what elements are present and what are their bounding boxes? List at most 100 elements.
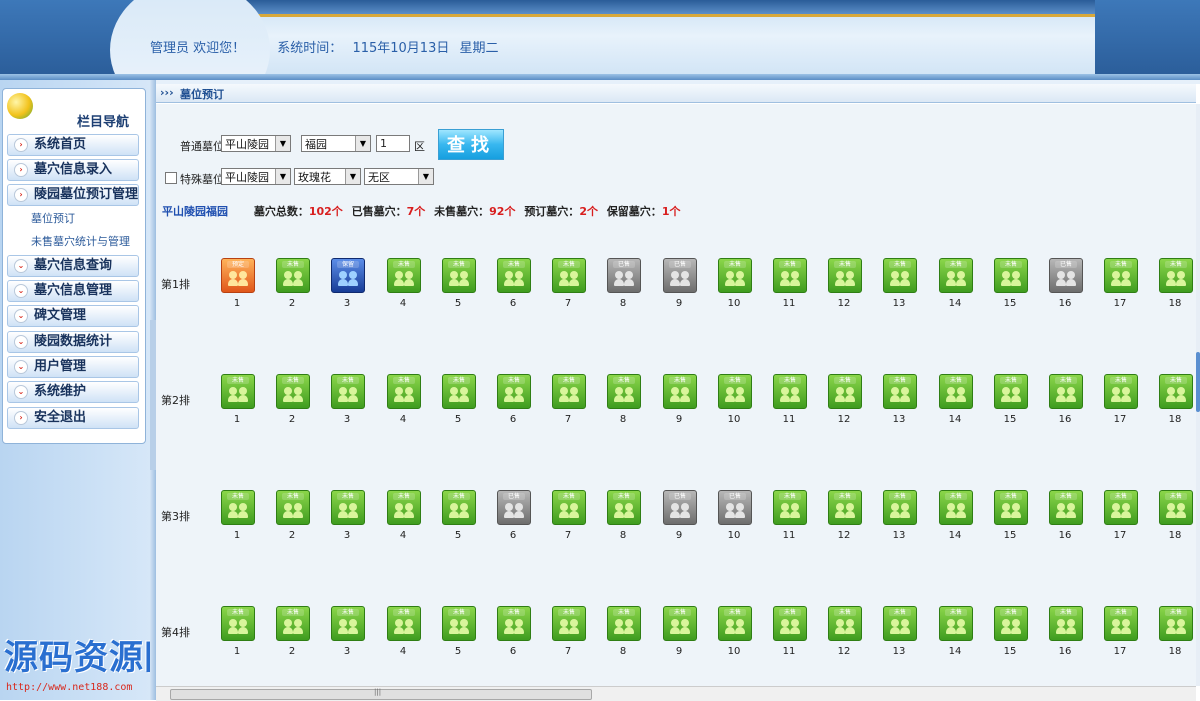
sidebar-item-grave-management[interactable]: ⌄ 墓穴信息管理 <box>7 280 139 302</box>
sidebar-item-epitaph-management[interactable]: ⌄ 碑文管理 <box>7 305 139 327</box>
grave-tile-unsold[interactable]: 未售 <box>607 606 641 641</box>
grave-tile-unsold[interactable]: 未售 <box>442 374 476 409</box>
vertical-scrollbar[interactable] <box>1196 104 1200 686</box>
sidebar-item-grave-query[interactable]: ⌄ 墓穴信息查询 <box>7 255 139 277</box>
horizontal-scrollbar[interactable]: ||| <box>156 686 1196 701</box>
grave-tile-unsold[interactable]: 未售 <box>497 374 531 409</box>
sidebar-item-grave-entry[interactable]: › 墓穴信息录入 <box>7 159 139 181</box>
grave-tile-unsold[interactable]: 未售 <box>276 490 310 525</box>
grave-tile-unsold[interactable]: 未售 <box>221 490 255 525</box>
grave-tile-unsold[interactable]: 未售 <box>1159 258 1193 293</box>
grave-tile-unsold[interactable]: 未售 <box>773 490 807 525</box>
grave-tile-unsold[interactable]: 未售 <box>331 374 365 409</box>
sidebar-item-booking-management[interactable]: › 陵园墓位预订管理 <box>7 184 139 206</box>
special-zone-select[interactable]: 无区 ▼ <box>364 168 434 185</box>
grave-tile-unsold[interactable]: 未售 <box>939 490 973 525</box>
grave-tile-unsold[interactable]: 未售 <box>1049 490 1083 525</box>
grave-tile-unsold[interactable]: 未售 <box>331 606 365 641</box>
grave-tile-unsold[interactable]: 未售 <box>828 374 862 409</box>
grave-tile-unsold[interactable]: 未售 <box>828 606 862 641</box>
grave-tile-unsold[interactable]: 未售 <box>276 374 310 409</box>
sidebar-item-user-management[interactable]: ⌄ 用户管理 <box>7 356 139 378</box>
grave-tile-unsold[interactable]: 未售 <box>718 258 752 293</box>
sidebar-item-logout[interactable]: › 安全退出 <box>7 407 139 429</box>
grave-tile-unsold[interactable]: 未售 <box>442 490 476 525</box>
grave-tile-sold[interactable]: 已售 <box>718 490 752 525</box>
grave-tile-unsold[interactable]: 未售 <box>1104 606 1138 641</box>
grave-tile-unsold[interactable]: 未售 <box>1104 490 1138 525</box>
grave-tile-unsold[interactable]: 未售 <box>552 374 586 409</box>
grave-tile-unsold[interactable]: 未售 <box>883 258 917 293</box>
grave-tile-booked[interactable]: 预定 <box>221 258 255 293</box>
grave-tile-sold[interactable]: 已售 <box>663 490 697 525</box>
grave-tile-unsold[interactable]: 未售 <box>883 490 917 525</box>
grave-tile-unsold[interactable]: 未售 <box>221 374 255 409</box>
grave-tile-unsold[interactable]: 未售 <box>828 490 862 525</box>
grave-tile-reserved[interactable]: 保留 <box>331 258 365 293</box>
grave-tile-unsold[interactable]: 未售 <box>939 374 973 409</box>
normal-area-select[interactable]: 福园 ▼ <box>301 135 371 152</box>
search-button[interactable]: 查找 <box>438 129 504 160</box>
grave-tile-unsold[interactable]: 未售 <box>1049 374 1083 409</box>
grave-number: 18 <box>1168 646 1182 657</box>
grave-tile-unsold[interactable]: 未售 <box>773 374 807 409</box>
grave-tile-unsold[interactable]: 未售 <box>994 374 1028 409</box>
grave-tile-unsold[interactable]: 未售 <box>1104 374 1138 409</box>
normal-cemetery-select[interactable]: 平山陵园 ▼ <box>221 135 291 152</box>
sidebar-subitem-unsold-statistics[interactable]: 未售墓穴统计与管理 <box>31 233 130 249</box>
special-cemetery-select[interactable]: 平山陵园 ▼ <box>221 168 291 185</box>
grave-tile-sold[interactable]: 已售 <box>497 490 531 525</box>
grave-tile-unsold[interactable]: 未售 <box>387 258 421 293</box>
grave-tile-unsold[interactable]: 未售 <box>607 374 641 409</box>
grave-tile-unsold[interactable]: 未售 <box>1159 490 1193 525</box>
grave-tile-unsold[interactable]: 未售 <box>607 490 641 525</box>
grave-tile-unsold[interactable]: 未售 <box>994 606 1028 641</box>
sidebar-item-system-maintenance[interactable]: ⌄ 系统维护 <box>7 381 139 403</box>
grave-tile-unsold[interactable]: 未售 <box>718 374 752 409</box>
people-icon <box>946 619 966 635</box>
grave-tile-unsold[interactable]: 未售 <box>552 258 586 293</box>
grave-tile-unsold[interactable]: 未售 <box>773 606 807 641</box>
sidebar-subitem-grave-booking[interactable]: 墓位预订 <box>31 210 75 226</box>
grave-tile-unsold[interactable]: 未售 <box>387 606 421 641</box>
sidebar-item-statistics[interactable]: ⌄ 陵园数据统计 <box>7 331 139 353</box>
grave-tile-unsold[interactable]: 未售 <box>773 258 807 293</box>
grave-tile-unsold[interactable]: 未售 <box>331 490 365 525</box>
grave-number: 2 <box>288 414 296 425</box>
grave-tile-unsold[interactable]: 未售 <box>276 258 310 293</box>
grave-tile-unsold[interactable]: 未售 <box>221 606 255 641</box>
grave-tile-unsold[interactable]: 未售 <box>994 258 1028 293</box>
grave-tile-unsold[interactable]: 未售 <box>552 606 586 641</box>
grave-tile-unsold[interactable]: 未售 <box>828 258 862 293</box>
grave-tile-unsold[interactable]: 未售 <box>663 606 697 641</box>
sidebar-item-home[interactable]: › 系统首页 <box>7 134 139 156</box>
grave-tile-unsold[interactable]: 未售 <box>276 606 310 641</box>
grave-tile-unsold[interactable]: 未售 <box>442 606 476 641</box>
grave-tile-unsold[interactable]: 未售 <box>387 490 421 525</box>
grave-tile-unsold[interactable]: 未售 <box>663 374 697 409</box>
grave-tile-unsold[interactable]: 未售 <box>552 490 586 525</box>
grave-tile-unsold[interactable]: 未售 <box>387 374 421 409</box>
grave-tile-unsold[interactable]: 未售 <box>883 374 917 409</box>
special-flower-select[interactable]: 玫瑰花 ▼ <box>294 168 361 185</box>
grave-status-label: 未售 <box>724 609 746 616</box>
grave-tile-unsold[interactable]: 未售 <box>994 490 1028 525</box>
grave-tile-unsold[interactable]: 未售 <box>497 258 531 293</box>
grave-status-label: 未售 <box>724 377 746 384</box>
special-grave-checkbox[interactable] <box>165 172 177 184</box>
grave-tile-unsold[interactable]: 未售 <box>442 258 476 293</box>
grave-tile-unsold[interactable]: 未售 <box>1159 606 1193 641</box>
grave-tile-unsold[interactable]: 未售 <box>939 606 973 641</box>
grave-tile-unsold[interactable]: 未售 <box>718 606 752 641</box>
grave-tile-sold[interactable]: 已售 <box>663 258 697 293</box>
grave-tile-unsold[interactable]: 未售 <box>939 258 973 293</box>
grave-tile-sold[interactable]: 已售 <box>607 258 641 293</box>
grave-tile-unsold[interactable]: 未售 <box>497 606 531 641</box>
grave-tile-unsold[interactable]: 未售 <box>1104 258 1138 293</box>
scrollbar-thumb[interactable] <box>1196 352 1200 412</box>
grave-tile-unsold[interactable]: 未售 <box>883 606 917 641</box>
grave-tile-sold[interactable]: 已售 <box>1049 258 1083 293</box>
grave-tile-unsold[interactable]: 未售 <box>1049 606 1083 641</box>
grave-tile-unsold[interactable]: 未售 <box>1159 374 1193 409</box>
zone-input[interactable]: 1 <box>376 135 410 152</box>
